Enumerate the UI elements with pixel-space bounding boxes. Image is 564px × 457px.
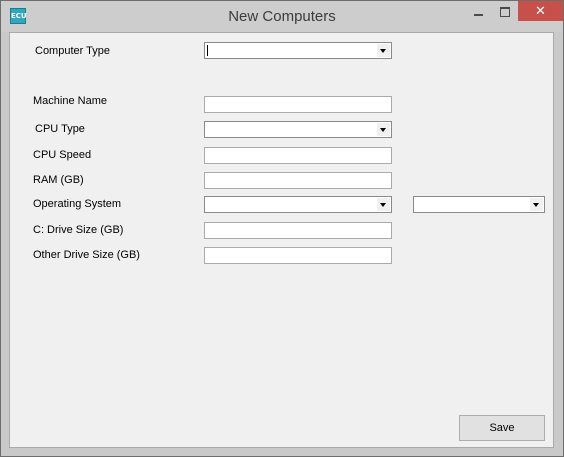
close-button[interactable]: ✕ xyxy=(518,1,563,21)
machine-name-label: Machine Name xyxy=(33,95,107,107)
save-button[interactable]: Save xyxy=(459,415,545,441)
text-cursor xyxy=(207,45,208,56)
operating-system-version-dropdown-button[interactable] xyxy=(530,198,543,211)
chevron-down-icon xyxy=(380,203,386,207)
cpu-type-dropdown-button[interactable] xyxy=(377,123,390,136)
minimize-icon xyxy=(474,14,483,16)
cpu-type-label: CPU Type xyxy=(35,123,85,135)
computer-type-label: Computer Type xyxy=(35,45,111,57)
other-drive-size-label: Other Drive Size (GB) xyxy=(33,249,140,261)
operating-system-dropdown-button[interactable] xyxy=(377,198,390,211)
machine-name-input[interactable] xyxy=(204,96,392,113)
cpu-speed-label: CPU Speed xyxy=(33,149,92,161)
other-drive-size-input[interactable] xyxy=(204,247,392,264)
close-icon: ✕ xyxy=(535,3,546,18)
chevron-down-icon xyxy=(533,203,539,207)
chevron-down-icon xyxy=(380,128,386,132)
title-bar[interactable]: ECU New Computers ✕ xyxy=(1,1,563,32)
new-computers-window: ECU New Computers ✕ Computer Type Machin… xyxy=(0,0,564,457)
c-drive-size-label: C: Drive Size (GB) xyxy=(33,224,124,236)
chevron-down-icon xyxy=(380,49,386,53)
cpu-speed-input[interactable] xyxy=(204,147,392,164)
computer-type-select[interactable] xyxy=(204,42,392,59)
ram-label: RAM (GB) xyxy=(33,174,84,186)
operating-system-version-select[interactable] xyxy=(413,196,545,213)
c-drive-size-input[interactable] xyxy=(204,222,392,239)
ram-input[interactable] xyxy=(204,172,392,189)
operating-system-select[interactable] xyxy=(204,196,392,213)
cpu-type-select[interactable] xyxy=(204,121,392,138)
operating-system-label: Operating System xyxy=(33,198,122,210)
maximize-button[interactable] xyxy=(492,1,518,21)
computer-type-dropdown-button[interactable] xyxy=(377,44,390,57)
maximize-icon xyxy=(500,7,510,17)
minimize-button[interactable] xyxy=(466,1,492,21)
form-area: Computer Type Machine Name CPU Type CPU … xyxy=(9,32,554,448)
